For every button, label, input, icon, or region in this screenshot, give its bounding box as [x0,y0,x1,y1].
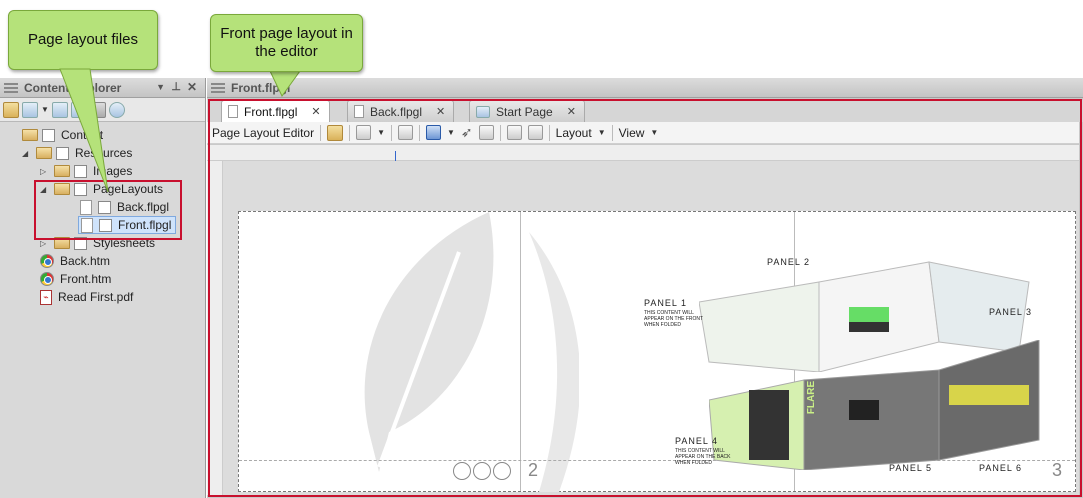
callout-front-page-layout: Front page layout in the editor [210,14,363,72]
callout-text: Front page layout in the editor [220,25,353,60]
callout-pointers [59,68,301,193]
